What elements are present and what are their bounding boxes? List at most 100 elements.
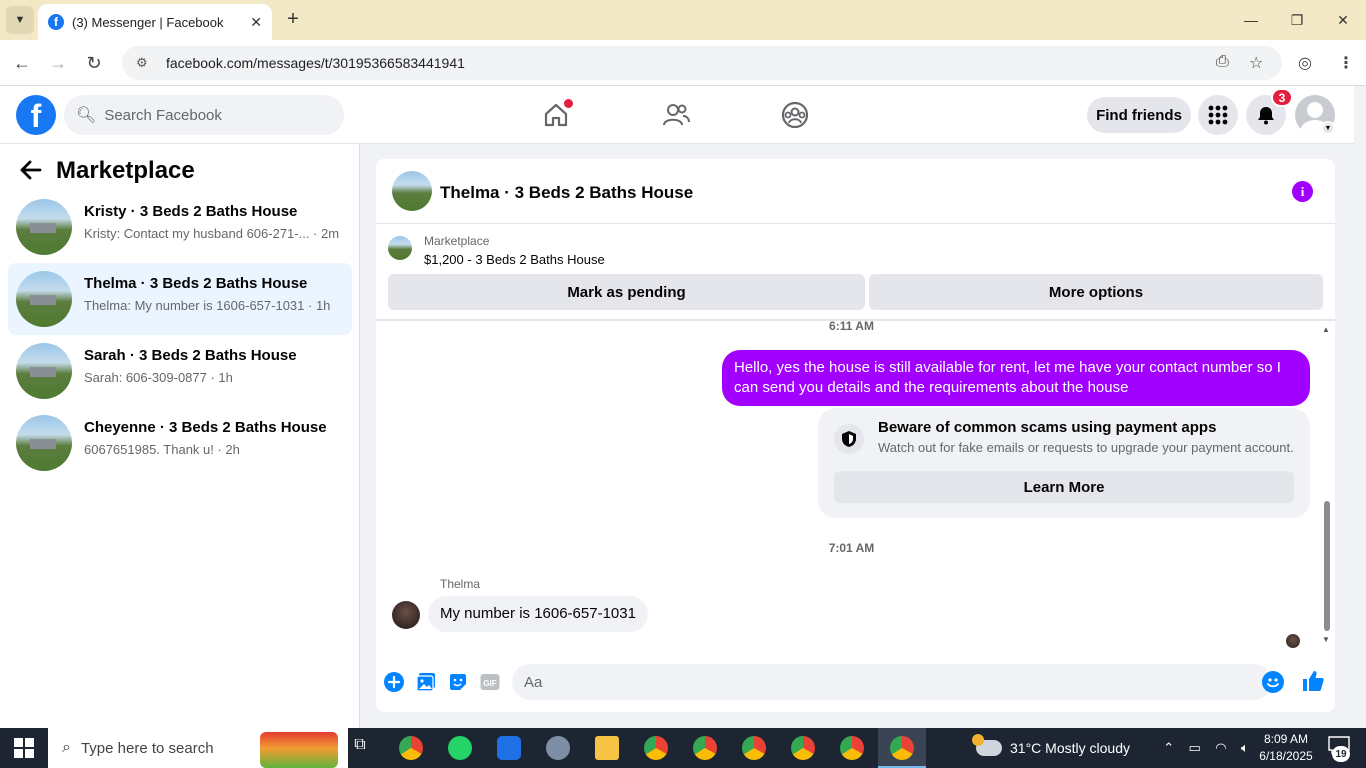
restore-icon[interactable]: ❐: [1282, 8, 1312, 32]
chrome-profile-icon[interactable]: [840, 736, 864, 760]
marketplace-inbox-panel: Marketplace Kristy · 3 Beds 2 Baths Hous…: [0, 144, 360, 728]
volume-icon[interactable]: 🔈︎: [1241, 740, 1249, 756]
scam-warning-body: Watch out for fake emails or requests to…: [878, 440, 1294, 455]
chat-title[interactable]: Thelma · 3 Beds 2 Baths House: [440, 183, 693, 203]
chevron-up-icon[interactable]: ⌃: [1163, 740, 1174, 756]
scroll-down-icon[interactable]: ▼: [1322, 635, 1330, 644]
chat-scrollbar[interactable]: ▲ ▼: [1320, 323, 1332, 645]
wifi-icon[interactable]: ◠: [1215, 740, 1226, 756]
outgoing-message-bubble[interactable]: Hello, yes the house is still available …: [722, 350, 1310, 406]
facebook-search-input[interactable]: 🔍︎ Search Facebook: [64, 95, 344, 135]
friends-icon[interactable]: [656, 96, 696, 134]
conversation-name: Sarah · 3 Beds 2 Baths House: [84, 347, 297, 364]
battery-icon[interactable]: ▭: [1189, 740, 1201, 756]
minimize-icon[interactable]: —: [1236, 8, 1266, 32]
close-tab-icon[interactable]: ✕: [250, 14, 262, 31]
sender-name: Thelma: [440, 577, 481, 591]
file-explorer-icon[interactable]: [595, 736, 619, 760]
app-icon[interactable]: [546, 736, 570, 760]
photo-icon[interactable]: [415, 671, 437, 693]
chrome-profile-icon[interactable]: [644, 736, 668, 760]
conversation-item[interactable]: Kristy · 3 Beds 2 Baths House Kristy: Co…: [8, 191, 352, 263]
menu-grid-icon[interactable]: [1198, 95, 1238, 135]
install-app-icon[interactable]: ⎙: [1216, 53, 1229, 71]
conversation-snippet: 6067651985. Thank u! · 2h: [84, 442, 240, 457]
forward-icon[interactable]: →: [46, 51, 70, 75]
reload-icon[interactable]: ↻: [82, 51, 106, 75]
add-plus-icon[interactable]: [383, 671, 405, 693]
thumbs-up-icon[interactable]: [1301, 669, 1325, 693]
sender-avatar[interactable]: [392, 601, 420, 629]
new-tab-icon[interactable]: +: [282, 8, 304, 30]
task-view-icon[interactable]: ⧉: [348, 736, 372, 760]
app-icon[interactable]: [497, 736, 521, 760]
notification-badge: 3: [1271, 88, 1293, 107]
facebook-favicon-icon: f: [48, 14, 64, 30]
scrollbar-thumb[interactable]: [1324, 501, 1330, 631]
back-icon[interactable]: ←: [10, 51, 34, 75]
gif-icon[interactable]: GIF: [479, 671, 501, 693]
scroll-up-icon[interactable]: ▲: [1322, 325, 1330, 334]
close-window-icon[interactable]: ✕: [1328, 8, 1358, 32]
chat-panel: Thelma · 3 Beds 2 Baths House i Marketpl…: [376, 159, 1335, 712]
system-tray: ⌃ ▭ ◠ 🔈︎: [1156, 728, 1256, 768]
home-notification-dot: [564, 99, 573, 108]
more-options-button[interactable]: More options: [869, 274, 1323, 310]
message-input[interactable]: Aa: [512, 664, 1272, 700]
groups-icon[interactable]: [775, 96, 815, 134]
conversation-name: Thelma · 3 Beds 2 Baths House: [84, 275, 308, 292]
search-icon: ⌕: [62, 739, 71, 756]
chevron-down-icon[interactable]: ▼: [1321, 121, 1335, 135]
active-taskbar-item[interactable]: [878, 728, 926, 768]
page-scrollbar[interactable]: [1354, 86, 1366, 728]
profile-icon[interactable]: ◎: [1298, 53, 1312, 73]
listing-label: Marketplace: [424, 234, 490, 248]
incoming-message-bubble[interactable]: My number is 1606-657-1031: [428, 596, 648, 632]
system-clock[interactable]: 8:09 AM 6/18/2025: [1256, 731, 1316, 765]
message-timestamp: 7:01 AM: [828, 541, 875, 555]
listing-thumbnail[interactable]: [388, 236, 412, 260]
chrome-profile-icon: [890, 736, 914, 760]
find-friends-button[interactable]: Find friends: [1087, 97, 1191, 133]
tab-title: (3) Messenger | Facebook: [72, 14, 224, 30]
listing-price[interactable]: $1,200 - 3 Beds 2 Baths House: [424, 252, 605, 267]
listing-thumbnail: [16, 343, 72, 399]
chrome-profile-icon[interactable]: [742, 736, 766, 760]
sticker-icon[interactable]: [447, 671, 469, 693]
facebook-header: f 🔍︎ Search Facebook Find friends 3 ▼: [0, 86, 1354, 144]
search-icon: 🔍︎: [76, 107, 97, 124]
emoji-icon[interactable]: [1262, 671, 1284, 693]
conversation-snippet: Thelma: My number is 1606-657-1031 · 1h: [84, 298, 331, 313]
chat-listing-thumbnail[interactable]: [392, 171, 432, 211]
taskbar-search-input[interactable]: ⌕ Type here to search: [48, 728, 348, 768]
facebook-logo-icon[interactable]: f: [16, 95, 56, 135]
scam-warning-title: Beware of common scams using payment app…: [878, 419, 1217, 436]
home-icon[interactable]: [536, 96, 576, 134]
listing-thumbnail: [16, 271, 72, 327]
whatsapp-icon[interactable]: [448, 736, 472, 760]
chrome-profile-icon[interactable]: [693, 736, 717, 760]
conversation-item[interactable]: Cheyenne · 3 Beds 2 Baths House 60676519…: [8, 407, 352, 479]
address-bar[interactable]: ⚙ facebook.com/messages/t/30195366583441…: [122, 46, 1282, 80]
conversation-item-selected[interactable]: Thelma · 3 Beds 2 Baths House Thelma: My…: [8, 263, 352, 335]
conversation-item[interactable]: Sarah · 3 Beds 2 Baths House Sarah: 606-…: [8, 335, 352, 407]
bookmark-star-icon[interactable]: ☆: [1249, 53, 1263, 73]
site-info-icon[interactable]: ⚙: [136, 55, 152, 71]
search-placeholder: Search Facebook: [104, 106, 222, 124]
seen-receipt-avatar: [1286, 634, 1300, 648]
tab-search-chevron-icon[interactable]: ▼: [6, 6, 34, 34]
menu-kebab-icon[interactable]: ⋮: [1338, 53, 1354, 73]
chrome-profile-icon[interactable]: [791, 736, 815, 760]
search-highlight-image: [260, 732, 338, 768]
info-icon[interactable]: i: [1292, 181, 1313, 202]
weather-widget[interactable]: 31°C Mostly cloudy: [972, 728, 1130, 768]
windows-start-icon[interactable]: [14, 738, 34, 758]
shield-icon: [834, 424, 864, 454]
mark-as-pending-button[interactable]: Mark as pending: [388, 274, 865, 310]
browser-tab[interactable]: f (3) Messenger | Facebook ✕: [38, 4, 272, 40]
chrome-icon[interactable]: [399, 736, 423, 760]
url-text: facebook.com/messages/t/3019536658344194…: [166, 55, 465, 71]
scam-warning-card: Beware of common scams using payment app…: [818, 408, 1310, 518]
back-arrow-icon[interactable]: [20, 160, 42, 186]
learn-more-button[interactable]: Learn More: [834, 471, 1294, 503]
